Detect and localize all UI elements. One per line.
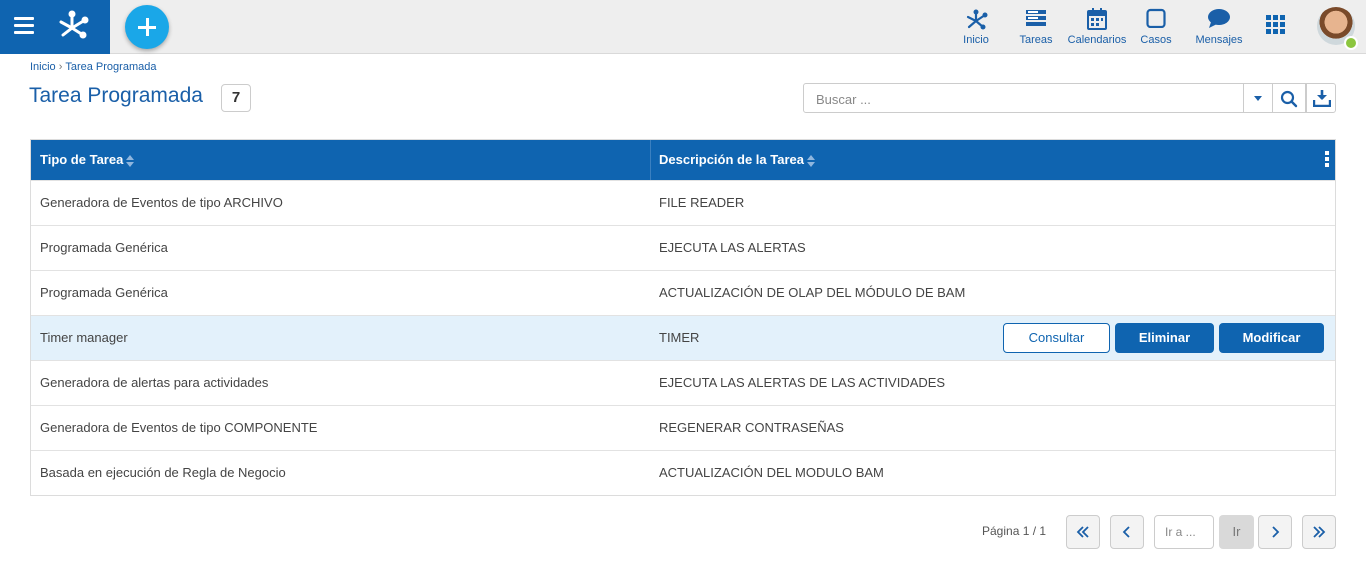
cell-tipo: Generadora de Eventos de tipo ARCHIVO [40,195,283,210]
eliminar-button[interactable]: Eliminar [1115,323,1214,353]
page-title: Tarea Programada [29,84,203,107]
nav-mensajes[interactable]: Mensajes [1193,0,1245,54]
calendar-icon [1087,8,1107,30]
modificar-button[interactable]: Modificar [1219,323,1324,353]
breadcrumb-separator: › [58,61,63,73]
nav-label: Inicio [963,34,989,46]
logo-icon[interactable] [56,8,90,42]
cell-descripcion: ACTUALIZACIÓN DE OLAP DEL MÓDULO DE BAM [659,285,966,300]
sort-icon [126,154,135,167]
apps-grid-icon[interactable] [1266,15,1286,35]
export-button[interactable] [1306,83,1336,113]
cell-descripcion: EJECUTA LAS ALERTAS [659,240,806,255]
cell-descripcion: EJECUTA LAS ALERTAS DE LAS ACTIVIDADES [659,375,946,390]
cell-descripcion: REGENERAR CONTRASEÑAS [659,420,844,435]
grid-header: Tipo de Tarea Descripción de la Tarea [31,140,1335,180]
column-header-descripcion[interactable]: Descripción de la Tarea [651,140,1291,180]
table-row[interactable]: Generadora de Eventos de tipo COMPONENTE… [31,405,1335,450]
nav-calendarios[interactable]: Calendarios [1066,0,1128,54]
cell-tipo: Generadora de Eventos de tipo COMPONENTE [40,420,318,435]
tasks-icon [1026,10,1046,26]
cell-tipo: Generadora de alertas para actividades [40,375,269,390]
sort-icon [807,154,815,167]
presence-status-icon [1344,36,1358,50]
top-bar: Inicio Tareas Calendarios Casos Mensajes [0,0,1366,54]
table-row[interactable]: Programada Genérica EJECUTA LAS ALERTAS [31,225,1335,270]
column-header-label: Descripción de la Tarea [659,152,804,167]
table-row[interactable]: Generadora de alertas para actividades E… [31,360,1335,405]
search-box [803,83,1273,113]
download-icon [1313,90,1331,107]
cell-tipo: Timer manager [40,330,128,345]
goto-page-field [1154,515,1214,549]
table-row[interactable]: Generadora de Eventos de tipo ARCHIVO FI… [31,180,1335,225]
cell-descripcion: ACTUALIZACIÓN DEL MODULO BAM [659,465,884,480]
table-row[interactable]: Programada Genérica ACTUALIZACIÓN DE OLA… [31,270,1335,315]
previous-page-button[interactable] [1110,515,1144,549]
breadcrumb-current: Tarea Programada [65,61,157,73]
breadcrumb-home-link[interactable]: Inicio [30,61,56,73]
add-button[interactable] [125,5,169,49]
goto-page-input[interactable] [1155,516,1211,548]
nav-label: Mensajes [1195,34,1243,46]
cell-tipo: Programada Genérica [40,240,168,255]
breadcrumb: Inicio › Tarea Programada [30,61,156,73]
pager-label: Página 1 / 1 [982,524,1047,538]
nav-label: Tareas [1019,34,1053,46]
double-chevron-left-icon [1076,526,1089,538]
search-button[interactable] [1272,83,1306,113]
menu-icon[interactable] [14,17,34,35]
cell-descripcion: FILE READER [659,195,745,210]
search-input[interactable] [816,90,1236,108]
last-page-button[interactable] [1302,515,1336,549]
cell-tipo: Programada Genérica [40,285,168,300]
cell-descripcion: TIMER [659,330,700,345]
nav-inicio[interactable]: Inicio [955,0,997,54]
nav-tareas[interactable]: Tareas [1016,0,1056,54]
go-button[interactable]: Ir [1219,515,1254,549]
brand-area [0,0,110,54]
chevron-right-icon [1272,526,1280,538]
cases-icon [1146,8,1166,28]
search-icon [1280,90,1298,108]
table-row-selected[interactable]: Timer manager TIMER Consultar Eliminar M… [31,315,1335,360]
chevron-left-icon [1122,526,1130,538]
record-count-badge: 7 [221,84,251,112]
table-row[interactable]: Basada en ejecución de Regla de Negocio … [31,450,1335,495]
consultar-button[interactable]: Consultar [1003,323,1110,353]
process-icon [966,9,988,30]
column-menu-icon[interactable] [1325,151,1329,167]
next-page-button[interactable] [1258,515,1292,549]
messages-icon [1208,9,1230,28]
nav-casos[interactable]: Casos [1138,0,1174,54]
tasks-grid: Tipo de Tarea Descripción de la Tarea Ge… [30,139,1336,496]
cell-tipo: Basada en ejecución de Regla de Negocio [40,465,286,480]
nav-label: Casos [1140,34,1172,46]
double-chevron-right-icon [1313,526,1326,538]
first-page-button[interactable] [1066,515,1100,549]
column-header-label: Tipo de Tarea [40,152,124,167]
search-options-dropdown[interactable] [1243,84,1272,112]
column-header-tipo[interactable]: Tipo de Tarea [31,140,651,180]
nav-label: Calendarios [1067,34,1127,46]
